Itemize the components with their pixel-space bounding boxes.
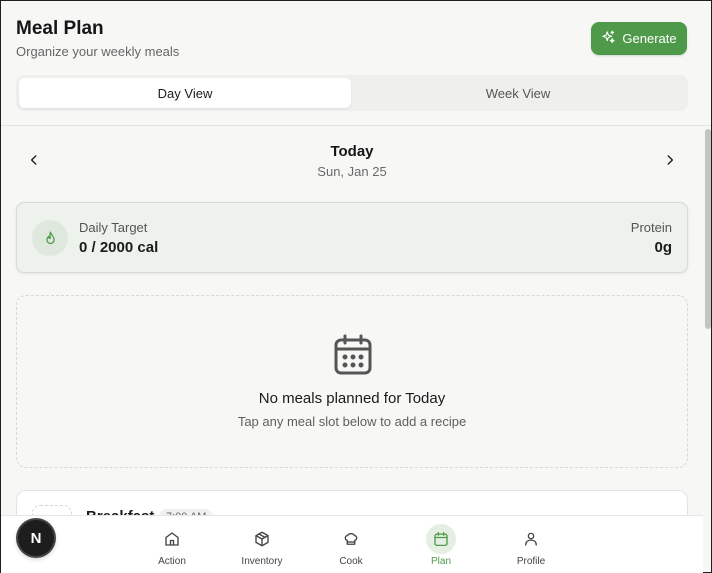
calendar-icon (334, 334, 372, 375)
tab-profile-label: Profile (516, 556, 546, 567)
empty-state-subtitle: Tap any meal slot below to add a recipe (237, 414, 467, 429)
tab-action-label: Action (158, 556, 186, 567)
avatar[interactable]: N (18, 520, 54, 556)
daily-target-label: Daily Target (79, 220, 148, 235)
page-header: Meal Plan Organize your weekly meals Gen… (1, 1, 711, 126)
tab-action[interactable]: Action (137, 524, 207, 570)
tab-inventory-label: Inventory (241, 556, 283, 567)
tab-profile[interactable]: Profile (496, 524, 566, 570)
view-toggle: Day View Week View (16, 75, 688, 111)
page-subtitle: Organize your weekly meals (16, 44, 180, 59)
tab-plan[interactable]: Plan (406, 524, 476, 570)
flame-icon (32, 220, 68, 256)
box-icon (247, 524, 277, 554)
sparkles-icon (601, 30, 616, 48)
next-day-button[interactable] (658, 148, 682, 172)
empty-state-title: No meals planned for Today (258, 390, 446, 407)
day-view-tab[interactable]: Day View (19, 78, 351, 108)
generate-label: Generate (622, 31, 677, 46)
date-navigator: Today Sun, Jan 25 (16, 137, 688, 187)
chef-hat-icon (336, 524, 366, 554)
page-title: Meal Plan (16, 18, 104, 39)
daily-target-card: Daily Target 0 / 2000 cal Protein 0g (16, 202, 688, 273)
empty-state-card: No meals planned for Today Tap any meal … (16, 295, 688, 468)
week-view-tab[interactable]: Week View (352, 78, 684, 108)
protein-label: Protein (630, 220, 672, 235)
user-icon (516, 524, 546, 554)
tab-inventory[interactable]: Inventory (227, 524, 297, 570)
tab-plan-label: Plan (430, 556, 451, 567)
calendar-icon (426, 524, 456, 554)
tab-cook-label: Cook (339, 556, 363, 567)
chevron-right-icon (667, 155, 674, 165)
home-icon (157, 524, 187, 554)
date-subtitle: Sun, Jan 25 (317, 164, 387, 179)
daily-target-value: 0 / 2000 cal (79, 239, 159, 256)
bottom-tab-bar: Action Inventory Cook Plan Profile (1, 515, 703, 573)
tab-cook[interactable]: Cook (316, 524, 386, 570)
date-title: Today (330, 143, 374, 160)
protein-value: 0g (654, 239, 672, 256)
scrollbar[interactable] (705, 129, 711, 329)
generate-button[interactable]: Generate (591, 22, 687, 55)
